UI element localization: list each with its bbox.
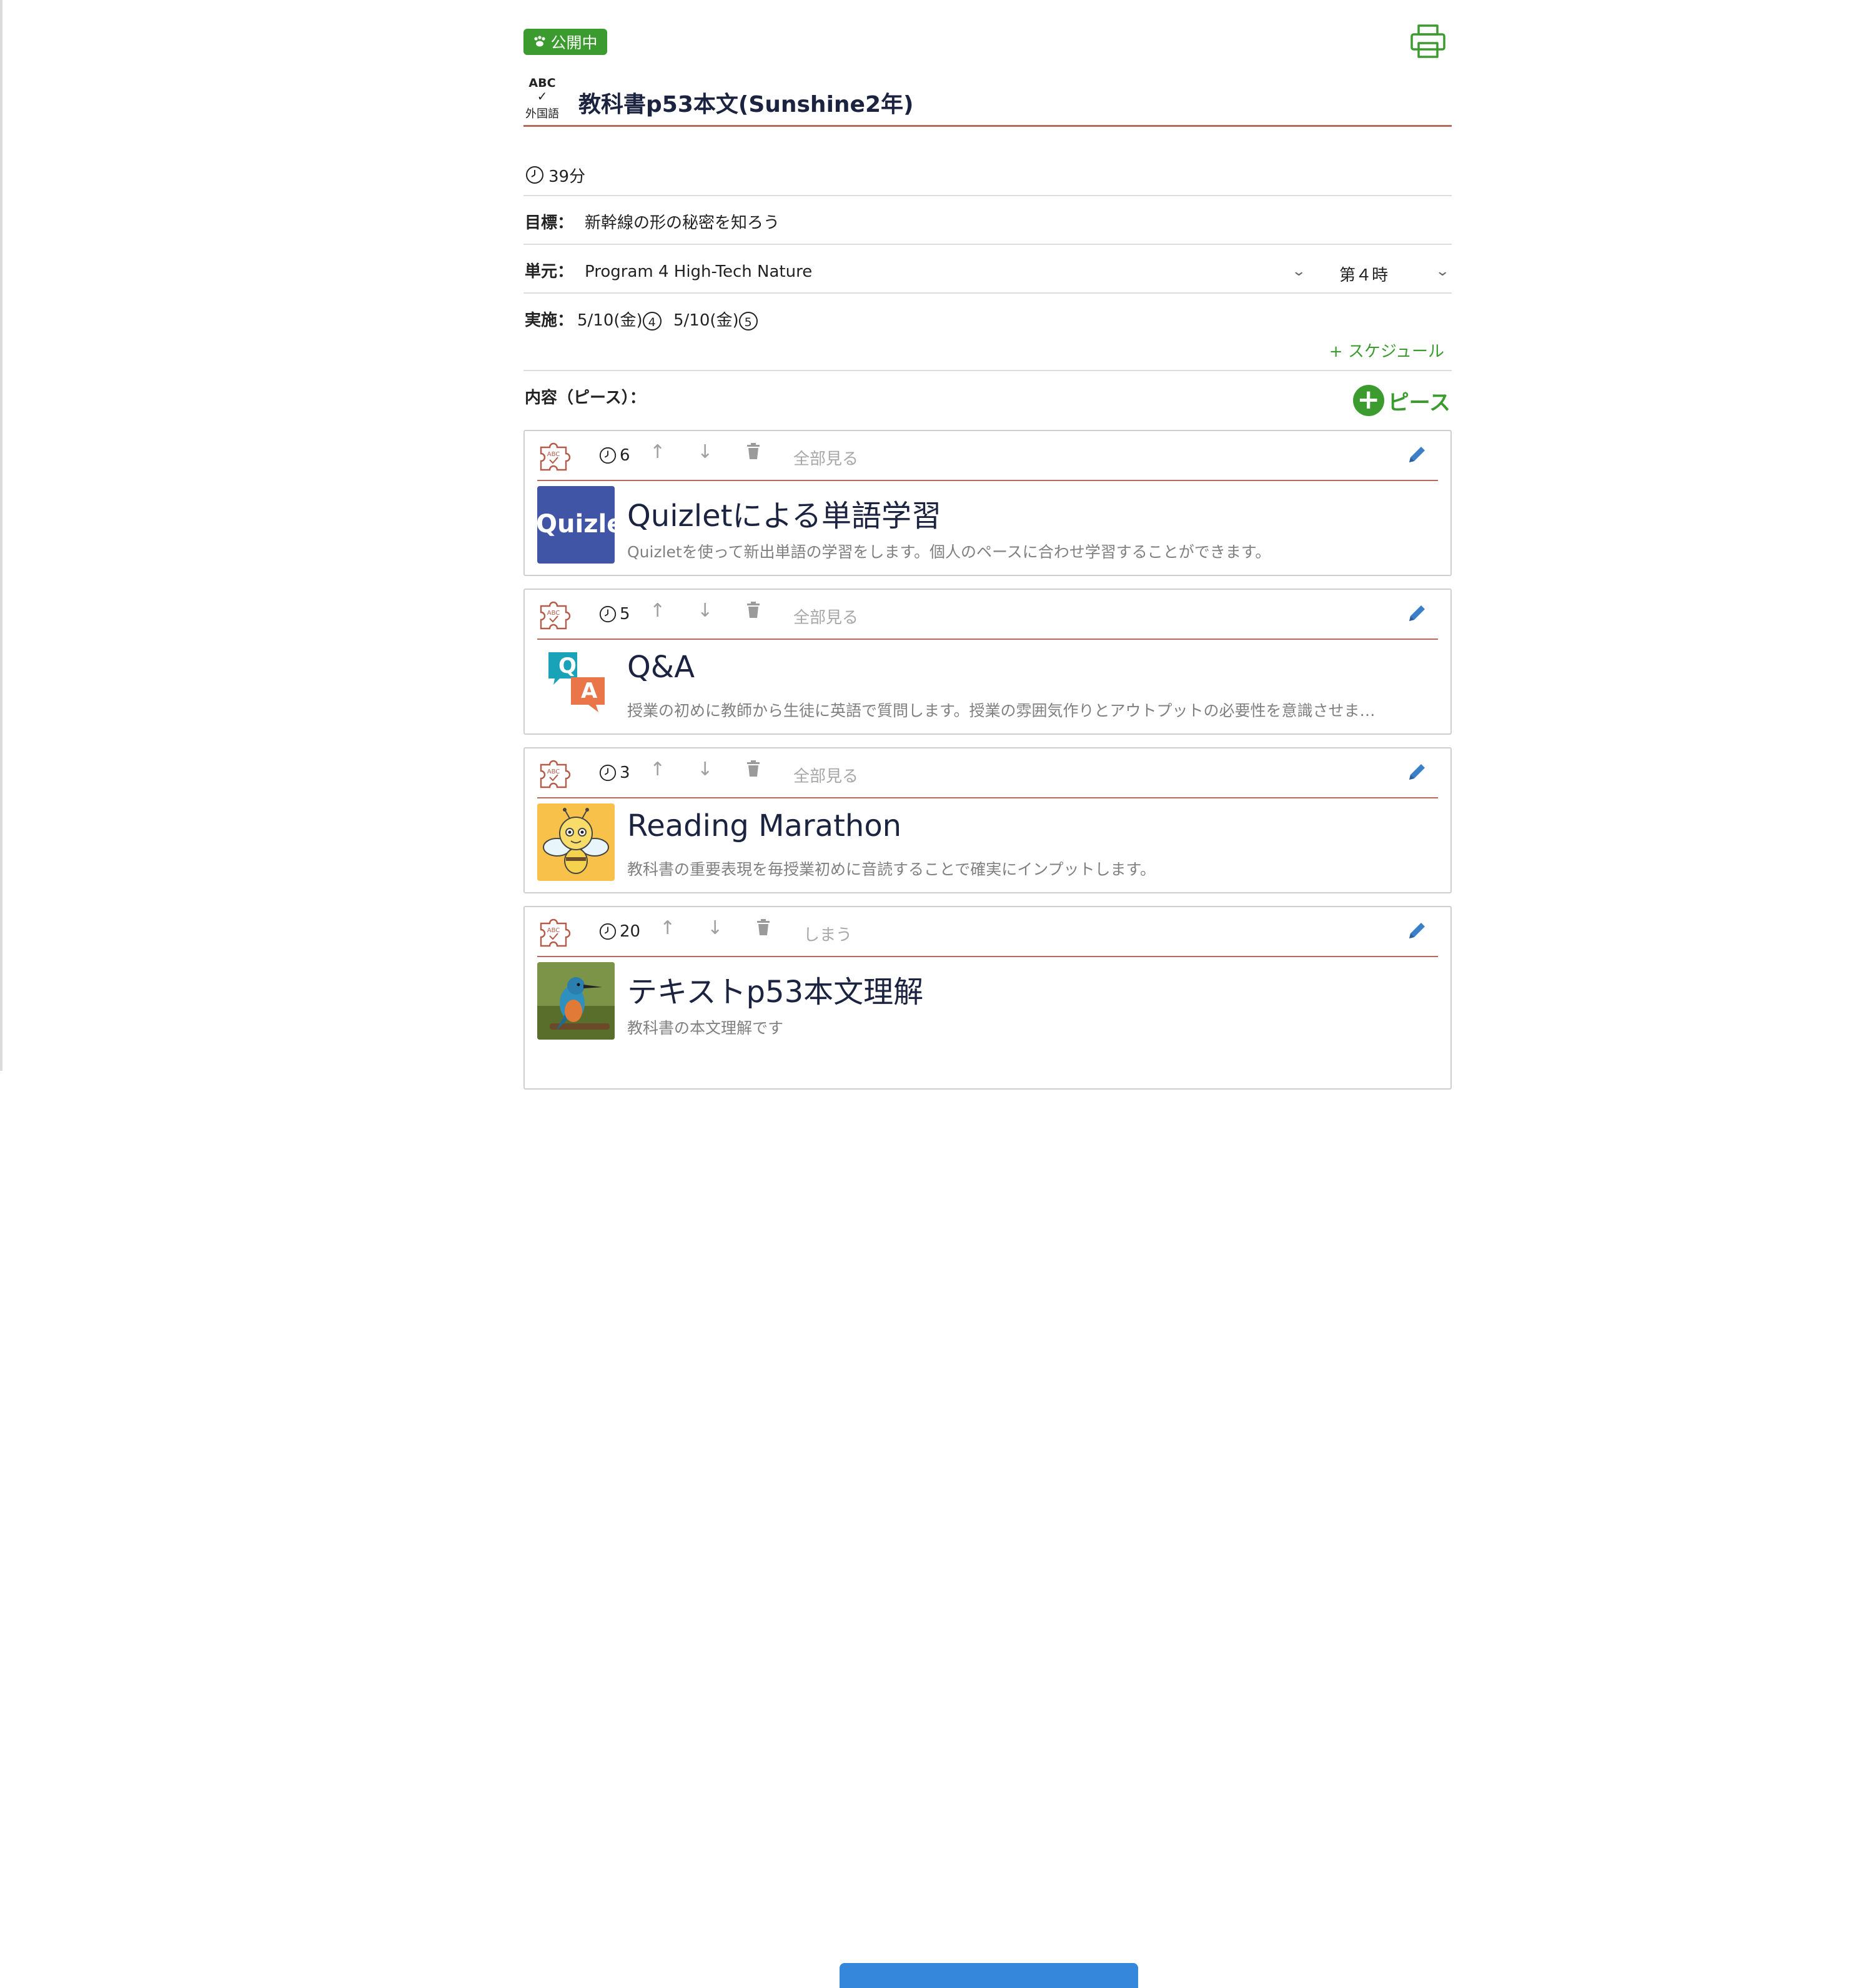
- piece-toolbar: ABC 3 ↑ ↓ 全部見る: [537, 748, 1438, 798]
- move-down-icon[interactable]: ↓: [697, 600, 713, 622]
- unit-row: 単元： Program 4 High-Tech Nature ⌄ 第４時 ⌄: [523, 245, 1452, 294]
- move-down-icon[interactable]: ↓: [697, 441, 713, 463]
- schedule-date-text: 5/10(金): [577, 311, 643, 330]
- clock-icon: [599, 923, 617, 940]
- piece-description: Quizletを使って新出単語の学習をします。個人のペースに合わせ学習することが…: [627, 543, 1271, 561]
- schedule-date-text: 5/10(金): [673, 311, 739, 330]
- goal-label: 目標：: [525, 214, 574, 232]
- piece-title[interactable]: Quizletによる単語学習: [627, 491, 941, 535]
- qa-q-letter: Q: [558, 654, 577, 678]
- toggle-details-link[interactable]: 全部見る: [793, 763, 858, 787]
- svg-text:ABC: ABC: [547, 451, 560, 458]
- svg-text:ABC: ABC: [547, 927, 560, 934]
- schedule-date: 5/10(金) 5: [673, 307, 758, 331]
- clock-icon: [599, 764, 617, 782]
- print-button[interactable]: [1409, 24, 1447, 60]
- period-number: 5: [738, 311, 758, 331]
- svg-text:ABC: ABC: [547, 610, 560, 617]
- unit-label: 単元：: [525, 262, 574, 281]
- piece-description: 教科書の重要表現を毎授業初めに音読することで確実にインプットします。: [627, 860, 1156, 878]
- subject-foreign-language-icon: ABC ✓ 外国語: [523, 76, 561, 121]
- goal-value: 新幹線の形の秘密を知ろう: [585, 214, 780, 232]
- move-up-icon[interactable]: ↑: [650, 600, 665, 622]
- add-piece-label: ピース: [1387, 390, 1450, 415]
- subject-label: 外国語: [525, 107, 559, 121]
- move-up-icon[interactable]: ↑: [660, 917, 675, 939]
- piece-description: 授業の初めに教師から生徒に英語で質問します。授業の雰囲気作りとアウトプットの必要…: [627, 702, 1376, 720]
- status-badge: 公開中: [523, 29, 607, 55]
- piece-minutes: 20: [620, 922, 641, 941]
- trash-icon[interactable]: [746, 601, 761, 619]
- toggle-details-link[interactable]: 全部見る: [793, 446, 858, 469]
- puzzle-abc-icon: ABC: [540, 601, 571, 630]
- puzzle-abc-icon: ABC: [540, 442, 571, 471]
- pencil-icon[interactable]: [1406, 761, 1428, 783]
- piece-minutes: 5: [620, 605, 630, 624]
- schedule-date: 5/10(金) 4: [577, 307, 662, 331]
- piece-card: ABC 20 ↑ ↓ しまう テキストp53本文理解 教科書の本文理解です: [523, 906, 1452, 1988]
- goal-row: 目標： 新幹線の形の秘密を知ろう: [523, 196, 1452, 245]
- period-number: 4: [642, 311, 662, 331]
- paw-icon: [534, 36, 546, 47]
- piece-title[interactable]: テキストp53本文理解: [627, 967, 923, 1011]
- piece-card: ABC 5 ↑ ↓ 全部見る Q A Q&A 授業の初めに教師から生徒に英語で質…: [523, 589, 1452, 735]
- primary-action-button[interactable]: [840, 1963, 1138, 1988]
- toggle-details-link[interactable]: しまう: [803, 922, 852, 945]
- plus-icon: +: [1352, 385, 1384, 416]
- piece-minutes: 6: [620, 446, 630, 465]
- clock-icon: [526, 166, 543, 184]
- qa-a-letter: A: [581, 678, 598, 703]
- check-icon: ✓: [537, 89, 548, 104]
- chevron-down-icon[interactable]: ⌄: [1435, 264, 1450, 279]
- pencil-icon[interactable]: [1406, 602, 1428, 625]
- move-down-icon[interactable]: ↓: [707, 917, 723, 939]
- content-label: 内容（ピース）：: [525, 389, 646, 407]
- piece-title[interactable]: Reading Marathon: [627, 808, 901, 843]
- trash-icon[interactable]: [746, 442, 761, 460]
- piece-toolbar: ABC 20 ↑ ↓ しまう: [537, 907, 1438, 957]
- subject-abc-text: ABC: [528, 76, 556, 90]
- piece-toolbar: ABC 6 ↑ ↓ 全部見る: [537, 431, 1438, 481]
- add-schedule-link[interactable]: + スケジュール: [1329, 339, 1444, 362]
- status-badge-label: 公開中: [550, 34, 598, 52]
- clock-icon: [599, 605, 617, 623]
- piece-description: 教科書の本文理解です: [627, 1019, 784, 1037]
- total-duration: 39分: [548, 167, 586, 186]
- kingfisher-photo-thumbnail: [537, 962, 615, 1040]
- puzzle-abc-icon: ABC: [540, 918, 571, 947]
- bee-character-thumbnail: [537, 803, 615, 881]
- printer-icon: [1410, 24, 1445, 58]
- schedule-label: 実施：: [525, 311, 574, 330]
- piece-card: ABC 3 ↑ ↓ 全部見る Reading Marathon 教科書の重要表現…: [523, 747, 1452, 893]
- piece-card: ABC 6 ↑ ↓ 全部見る Quizlet Quizletによる単語学習 Qu…: [523, 430, 1452, 576]
- pencil-icon[interactable]: [1406, 920, 1428, 942]
- quizlet-logo-text: Quizlet: [537, 510, 615, 539]
- lesson-title-row: ABC ✓ 外国語 教科書p53本文(Sunshine2年): [523, 72, 1452, 127]
- left-divider: [0, 0, 2, 1071]
- toggle-details-link[interactable]: 全部見る: [793, 605, 858, 628]
- quizlet-logo-thumbnail: Quizlet: [537, 486, 615, 564]
- page: 公開中 ABC ✓ 外国語 教科書p53本文(Sunshine2年) 39分 目…: [0, 0, 1874, 1988]
- unit-select[interactable]: Program 4 High-Tech Nature: [585, 262, 812, 281]
- piece-toolbar: ABC 5 ↑ ↓ 全部見る: [537, 590, 1438, 640]
- piece-minutes: 3: [620, 763, 630, 782]
- period-select[interactable]: 第４時: [1339, 262, 1388, 286]
- move-down-icon[interactable]: ↓: [697, 758, 713, 780]
- puzzle-abc-icon: ABC: [540, 760, 571, 788]
- lesson-title: 教科書p53本文(Sunshine2年): [578, 92, 914, 117]
- schedule-row: 実施： 5/10(金) 4 5/10(金) 5 + スケジュール: [523, 294, 1452, 371]
- piece-title[interactable]: Q&A: [627, 650, 695, 685]
- duration-row: 39分: [523, 157, 1452, 196]
- chevron-down-icon[interactable]: ⌄: [1291, 264, 1306, 279]
- add-piece-button[interactable]: + ピース: [1352, 385, 1450, 416]
- move-up-icon[interactable]: ↑: [650, 441, 665, 463]
- clock-icon: [599, 447, 617, 464]
- qa-speech-bubbles-thumbnail: Q A: [537, 645, 615, 722]
- trash-icon[interactable]: [756, 918, 771, 936]
- pencil-icon[interactable]: [1406, 444, 1428, 466]
- move-up-icon[interactable]: ↑: [650, 758, 665, 780]
- svg-text:ABC: ABC: [547, 768, 560, 775]
- trash-icon[interactable]: [746, 760, 761, 777]
